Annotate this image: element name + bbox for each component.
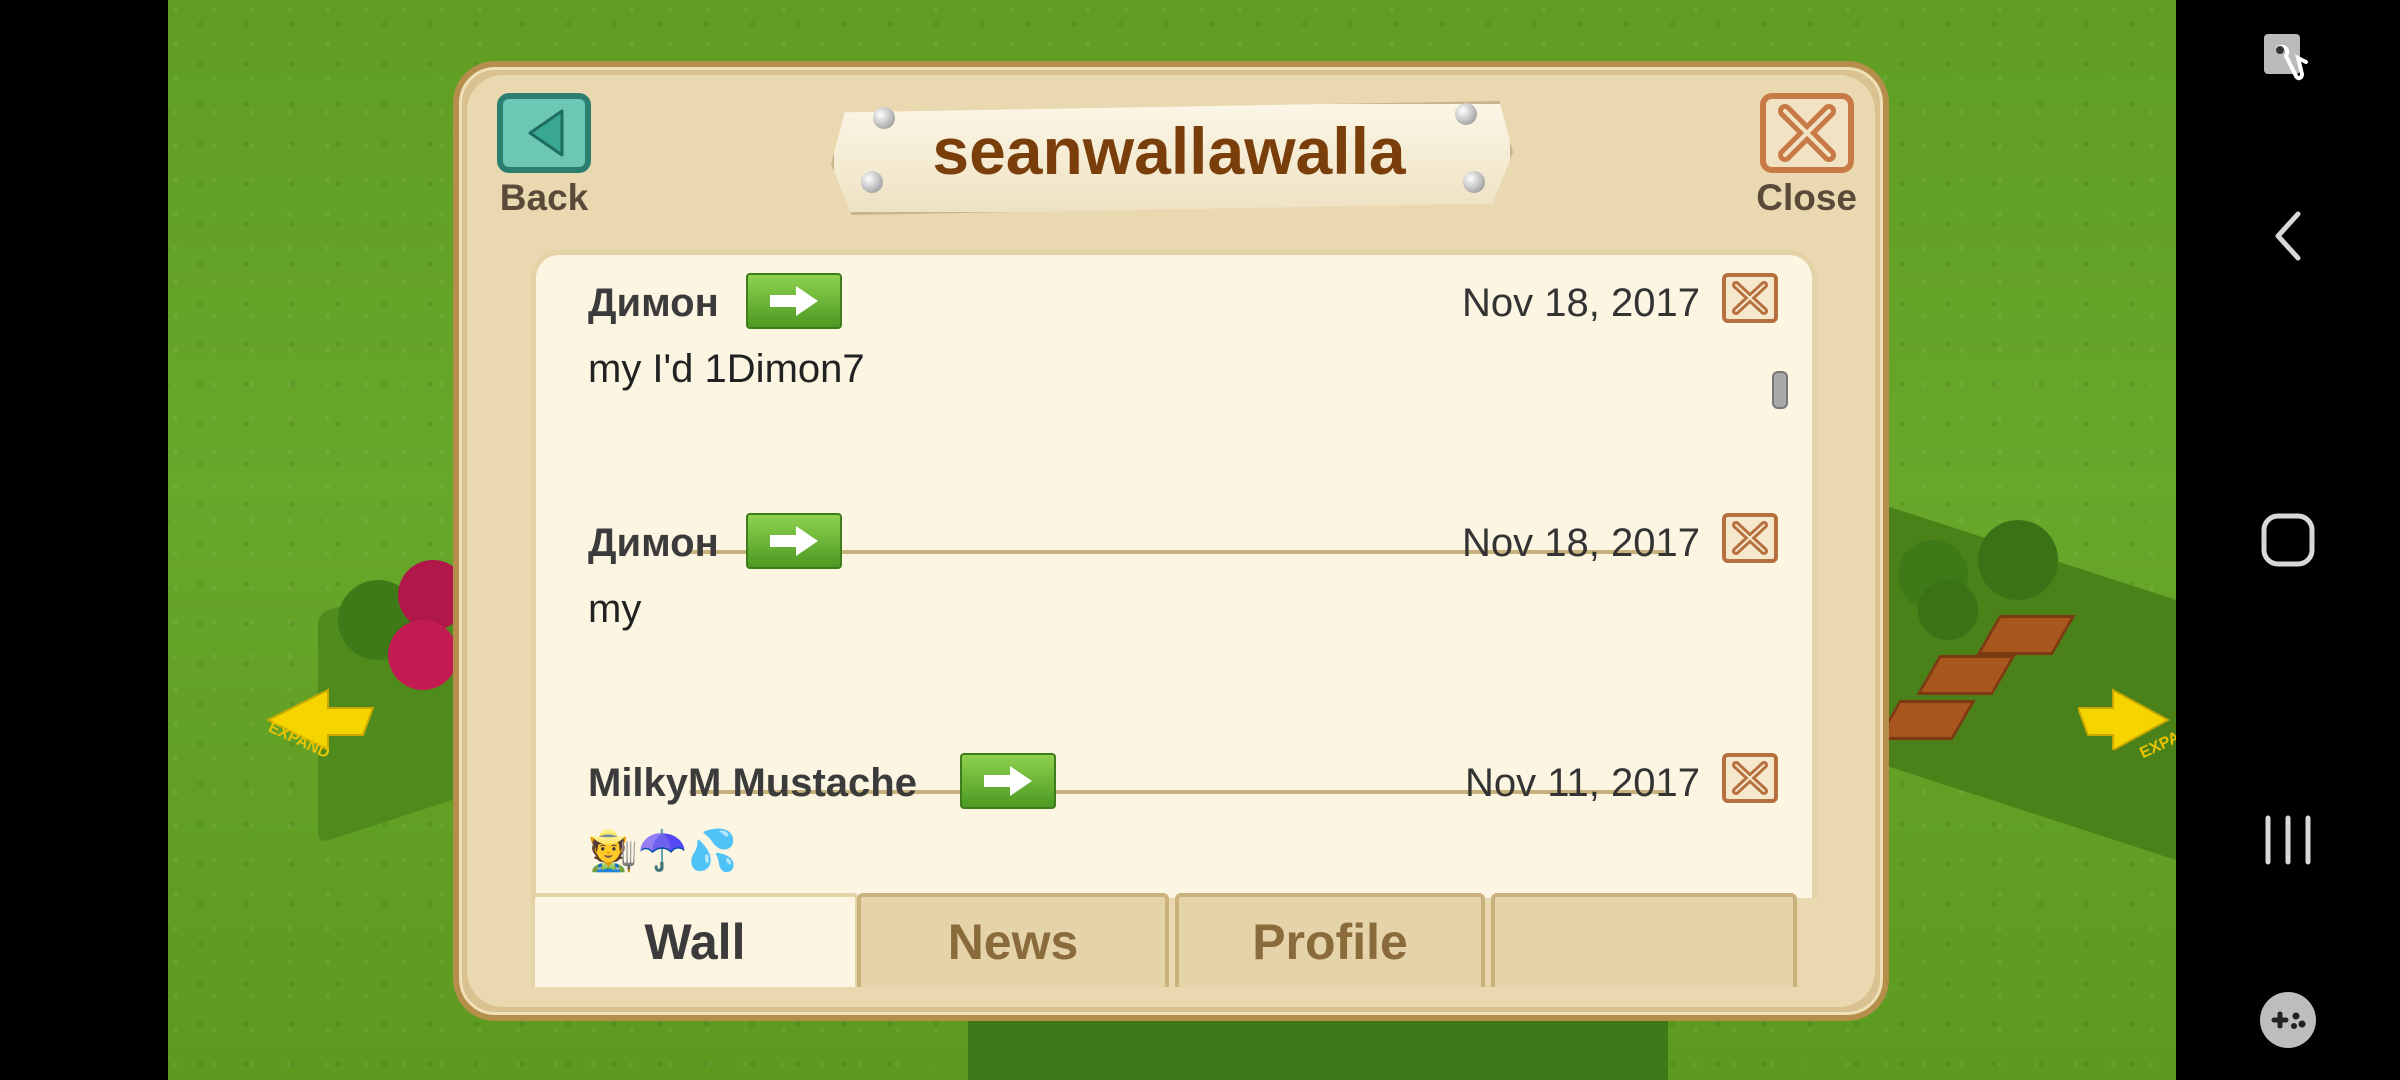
tab-wall[interactable]: Wall bbox=[531, 893, 859, 987]
visit-farm-button[interactable] bbox=[960, 753, 1056, 809]
post-date: Nov 18, 2017 bbox=[1462, 521, 1700, 565]
recents-nav-button[interactable] bbox=[2176, 808, 2400, 872]
post-message: my bbox=[588, 587, 642, 631]
close-icon bbox=[1777, 104, 1836, 162]
accessibility-touch-button[interactable] bbox=[2176, 28, 2400, 92]
wall-post: Димон Nov 18, 2017 my I'd 1Dimon7 bbox=[536, 255, 1812, 495]
home-nav-button[interactable] bbox=[2176, 508, 2400, 572]
delete-post-button[interactable] bbox=[1722, 753, 1778, 803]
back-icon-box bbox=[497, 93, 591, 173]
delete-post-button[interactable] bbox=[1722, 513, 1778, 563]
tab-profile[interactable]: Profile bbox=[1175, 893, 1485, 987]
tab-empty bbox=[1491, 893, 1797, 987]
arrow-right-icon bbox=[770, 286, 818, 316]
wall-post: Димон Nov 18, 2017 my bbox=[536, 495, 1812, 735]
recents-icon bbox=[2265, 815, 2311, 865]
accessibility-touch-icon bbox=[2264, 34, 2308, 81]
visit-farm-button[interactable] bbox=[746, 513, 842, 569]
expand-left-button[interactable]: EXPAND bbox=[258, 680, 378, 762]
post-author: Димон bbox=[588, 281, 719, 325]
tab-bar: Wall News Profile bbox=[531, 893, 1807, 991]
wall-post-list[interactable]: Димон Nov 18, 2017 my I'd 1Dimon7 Димон … bbox=[531, 250, 1817, 898]
back-nav-button[interactable] bbox=[2176, 204, 2400, 268]
dialog-title: seanwallawalla bbox=[932, 114, 1406, 188]
expand-right-button[interactable]: EXPAND bbox=[2078, 680, 2176, 762]
back-icon bbox=[2275, 211, 2301, 261]
tree bbox=[1918, 580, 1978, 640]
title-board: seanwallawalla bbox=[831, 91, 1513, 215]
friend-wall-dialog: Back seanwallawalla Close Димон Nov 18, … bbox=[453, 61, 1889, 1021]
close-button[interactable]: Close bbox=[1756, 93, 1857, 219]
post-date: Nov 11, 2017 bbox=[1465, 761, 1700, 805]
post-message: my I'd 1Dimon7 bbox=[588, 347, 865, 391]
post-author: Димон bbox=[588, 521, 719, 565]
arrow-right-icon bbox=[770, 526, 818, 556]
delete-post-button[interactable] bbox=[1722, 273, 1778, 323]
close-icon-box bbox=[1759, 93, 1854, 173]
post-message: 🧑‍🌾☂️💦 bbox=[588, 829, 738, 873]
close-icon bbox=[1732, 281, 1768, 315]
game-launcher-button[interactable] bbox=[2176, 988, 2400, 1052]
back-label: Back bbox=[499, 177, 589, 218]
post-date: Nov 18, 2017 bbox=[1462, 281, 1700, 325]
wall-post: MilkyM Mustache Nov 11, 2017 🧑‍🌾☂️💦 bbox=[536, 735, 1812, 898]
tree bbox=[1978, 520, 2058, 600]
back-arrow-icon bbox=[528, 109, 564, 157]
system-navigation-bar bbox=[2176, 0, 2400, 1080]
tab-news[interactable]: News bbox=[857, 893, 1169, 987]
arrow-right-icon bbox=[984, 766, 1032, 796]
visit-farm-button[interactable] bbox=[746, 273, 842, 329]
close-label: Close bbox=[1756, 177, 1857, 218]
close-icon bbox=[1732, 521, 1768, 555]
back-button[interactable]: Back bbox=[497, 93, 591, 219]
tree bbox=[388, 620, 458, 690]
game-launcher-icon bbox=[2260, 992, 2316, 1048]
post-author: MilkyM Mustache bbox=[588, 761, 917, 805]
close-icon bbox=[1732, 761, 1768, 795]
home-icon bbox=[2261, 513, 2315, 567]
